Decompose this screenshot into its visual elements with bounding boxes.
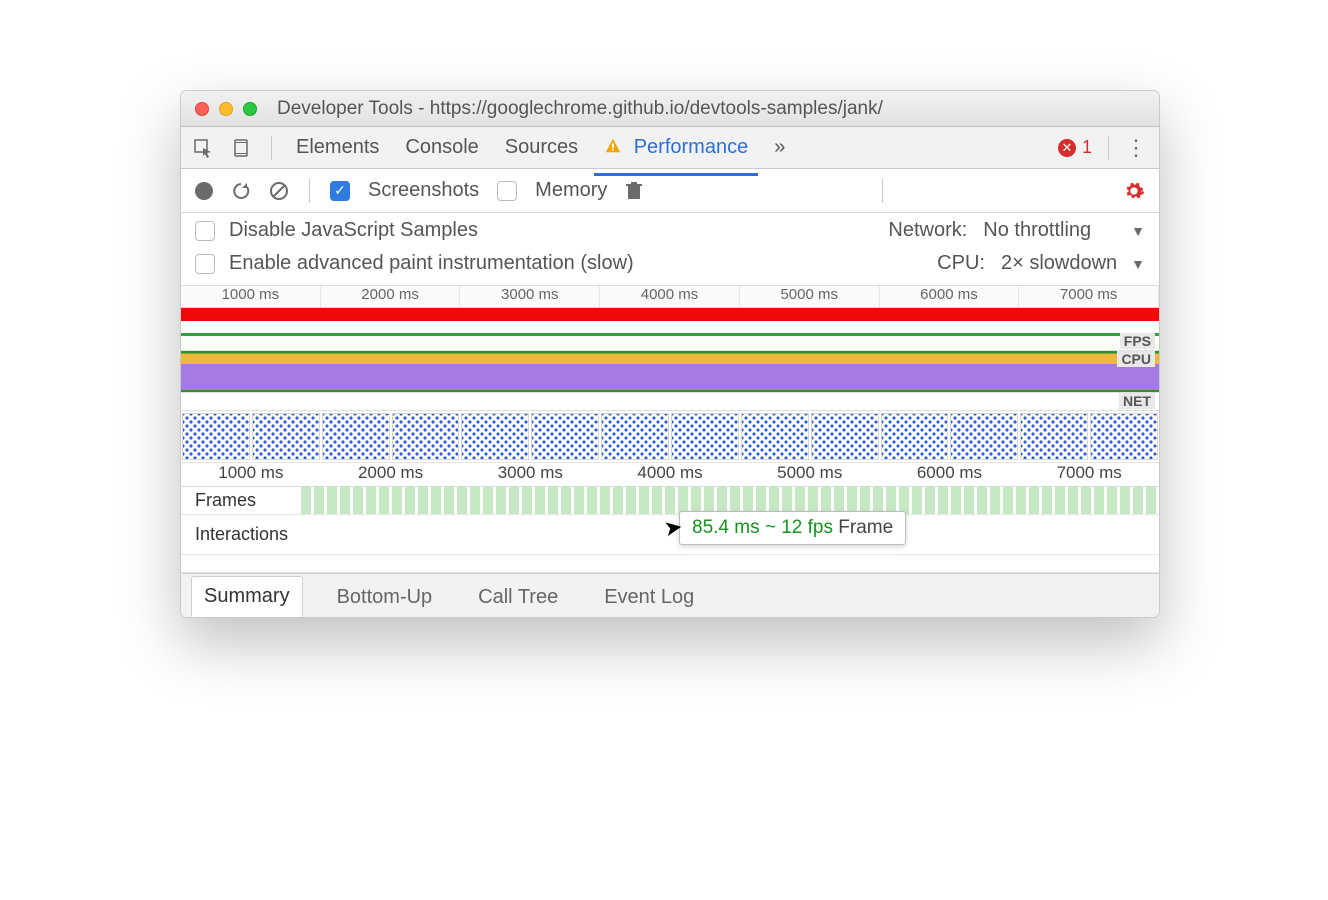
ruler-tick: 5000 ms bbox=[740, 463, 880, 486]
filmstrip-thumb[interactable] bbox=[322, 413, 390, 460]
ruler-tick: 6000 ms bbox=[880, 463, 1020, 486]
error-count-badge[interactable]: ✕ 1 bbox=[1058, 137, 1092, 158]
network-throttle-select[interactable]: No throttling ▼ bbox=[983, 219, 1145, 242]
frames-grid bbox=[301, 487, 1159, 514]
main-tabbar: Elements Console Sources Performance » ✕… bbox=[181, 127, 1159, 169]
screenshots-label: Screenshots bbox=[368, 179, 479, 202]
net-lane[interactable]: NET bbox=[181, 393, 1159, 411]
spacer bbox=[181, 555, 1159, 573]
filmstrip-thumb[interactable] bbox=[392, 413, 460, 460]
ruler-tick: 2000 ms bbox=[321, 463, 461, 486]
filmstrip-thumb[interactable] bbox=[531, 413, 599, 460]
detail-tab-bottomup[interactable]: Bottom-Up bbox=[325, 578, 445, 617]
filmstrip-thumb[interactable] bbox=[671, 413, 739, 460]
cpu-throttle-select[interactable]: 2× slowdown ▼ bbox=[1001, 252, 1145, 275]
trash-icon[interactable] bbox=[625, 181, 643, 201]
kebab-menu-icon[interactable]: ⋮ bbox=[1125, 135, 1147, 161]
ruler-tick: 5000 ms bbox=[740, 286, 880, 307]
fps-lane[interactable]: FPS bbox=[181, 333, 1159, 351]
advanced-paint-label: Enable advanced paint instrumentation (s… bbox=[229, 252, 634, 275]
memory-label: Memory bbox=[535, 179, 607, 202]
chevron-down-icon: ▼ bbox=[1131, 223, 1145, 239]
window-title: Developer Tools - https://googlechrome.g… bbox=[277, 98, 883, 120]
ruler-tick: 6000 ms bbox=[880, 286, 1020, 307]
tab-elements[interactable]: Elements bbox=[292, 128, 383, 167]
frame-tooltip: 85.4 ms ~ 12 fps Frame bbox=[679, 511, 906, 545]
options-row-1: Disable JavaScript Samples Network: No t… bbox=[181, 213, 1159, 248]
ruler-tick: 7000 ms bbox=[1019, 286, 1159, 307]
minimize-icon[interactable] bbox=[219, 102, 233, 116]
settings-gear-icon[interactable] bbox=[1123, 180, 1145, 202]
clear-icon[interactable] bbox=[269, 181, 289, 201]
filmstrip-thumb[interactable] bbox=[811, 413, 879, 460]
filmstrip-thumb[interactable] bbox=[461, 413, 529, 460]
tooltip-suffix: Frame bbox=[833, 517, 893, 538]
filmstrip-thumb[interactable] bbox=[1090, 413, 1158, 460]
ruler-tick: 1000 ms bbox=[181, 463, 321, 486]
detail-tabbar: Summary Bottom-Up Call Tree Event Log bbox=[181, 573, 1159, 617]
memory-checkbox[interactable] bbox=[497, 181, 517, 201]
filmstrip-thumb[interactable] bbox=[881, 413, 949, 460]
maximize-icon[interactable] bbox=[243, 102, 257, 116]
separator bbox=[271, 136, 272, 160]
overview-time-ruler[interactable]: 1000 ms 2000 ms 3000 ms 4000 ms 5000 ms … bbox=[181, 285, 1159, 307]
detail-tab-eventlog[interactable]: Event Log bbox=[592, 578, 706, 617]
advanced-paint-checkbox[interactable] bbox=[195, 254, 215, 274]
tab-console[interactable]: Console bbox=[401, 128, 482, 167]
filmstrip-thumb[interactable] bbox=[252, 413, 320, 460]
filmstrip-thumb[interactable] bbox=[601, 413, 669, 460]
close-icon[interactable] bbox=[195, 102, 209, 116]
inspect-icon[interactable] bbox=[193, 138, 213, 158]
ruler-tick: 2000 ms bbox=[321, 286, 461, 307]
reload-icon[interactable] bbox=[231, 181, 251, 201]
ruler-tick: 7000 ms bbox=[1019, 463, 1159, 486]
titlebar[interactable]: Developer Tools - https://googlechrome.g… bbox=[181, 91, 1159, 127]
filmstrip-thumb[interactable] bbox=[741, 413, 809, 460]
detail-time-ruler[interactable]: 1000 ms 2000 ms 3000 ms 4000 ms 5000 ms … bbox=[181, 463, 1159, 487]
filmstrip-thumb[interactable] bbox=[1020, 413, 1088, 460]
ruler-tick: 1000 ms bbox=[181, 286, 321, 307]
cpu-lane-label: CPU bbox=[1117, 351, 1155, 367]
interactions-track-label: Interactions bbox=[181, 524, 301, 545]
separator bbox=[882, 179, 883, 203]
frames-track[interactable]: Frames bbox=[181, 487, 1159, 515]
disable-js-samples-checkbox[interactable] bbox=[195, 221, 215, 241]
long-task-bar bbox=[181, 307, 1159, 321]
cpu-lane[interactable]: CPU bbox=[181, 351, 1159, 393]
fps-lane-label: FPS bbox=[1120, 333, 1155, 349]
ruler-tick: 3000 ms bbox=[460, 286, 600, 307]
device-toggle-icon[interactable] bbox=[231, 138, 251, 158]
separator bbox=[309, 179, 310, 203]
devtools-window: Developer Tools - https://googlechrome.g… bbox=[180, 90, 1160, 618]
filmstrip-thumb[interactable] bbox=[950, 413, 1018, 460]
warning-icon bbox=[604, 136, 628, 158]
frames-track-label: Frames bbox=[181, 490, 301, 511]
interactions-track[interactable]: Interactions ➤ 85.4 ms ~ 12 fps Frame bbox=[181, 515, 1159, 555]
filmstrip-thumb[interactable] bbox=[182, 413, 250, 460]
tab-sources[interactable]: Sources bbox=[501, 128, 582, 167]
chevron-down-icon: ▼ bbox=[1131, 256, 1145, 272]
net-lane-label: NET bbox=[1119, 393, 1155, 409]
ruler-tick: 3000 ms bbox=[460, 463, 600, 486]
cpu-label: CPU: bbox=[937, 252, 985, 275]
ruler-tick: 4000 ms bbox=[600, 463, 740, 486]
detail-tab-calltree[interactable]: Call Tree bbox=[466, 578, 570, 617]
tab-performance[interactable]: Performance bbox=[600, 128, 752, 167]
error-icon: ✕ bbox=[1058, 139, 1076, 157]
screenshots-checkbox[interactable]: ✓ bbox=[330, 181, 350, 201]
detail-tab-summary[interactable]: Summary bbox=[191, 576, 303, 617]
ruler-tick: 4000 ms bbox=[600, 286, 740, 307]
separator bbox=[1108, 136, 1109, 160]
tabs-overflow[interactable]: » bbox=[770, 128, 789, 167]
network-label: Network: bbox=[888, 219, 967, 242]
options-row-2: Enable advanced paint instrumentation (s… bbox=[181, 248, 1159, 285]
screenshot-filmstrip[interactable] bbox=[181, 411, 1159, 463]
record-button[interactable] bbox=[195, 182, 213, 200]
tooltip-metric: 85.4 ms ~ 12 fps bbox=[692, 517, 833, 538]
disable-js-samples-label: Disable JavaScript Samples bbox=[229, 219, 478, 242]
